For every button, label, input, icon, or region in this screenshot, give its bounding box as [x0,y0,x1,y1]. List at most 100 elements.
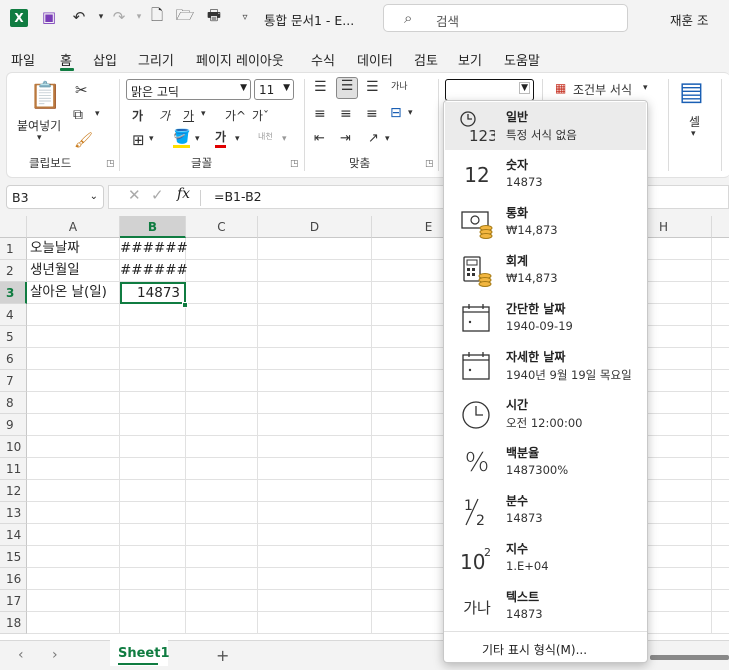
cell-a2[interactable]: 생년월일 [27,260,120,282]
cell-i4[interactable] [712,304,729,326]
cells-icon[interactable]: ▤ [679,77,704,107]
cell-c13[interactable] [186,502,258,524]
format-option-short-date[interactable]: 간단한 날짜 1940-09-19 [445,294,646,342]
wrap-text-button[interactable]: 가나 [391,79,408,92]
font-size-combo[interactable]: 11 ▼ [254,79,294,100]
formula-text[interactable]: =B1-B2 [214,189,262,204]
cell-d18[interactable] [258,612,372,634]
align-right-icon[interactable]: ≡ [366,106,378,122]
conditional-formatting-dropdown-icon[interactable]: ▾ [643,83,648,93]
insert-function-button[interactable]: fx [177,186,190,202]
fill-color-dropdown-icon[interactable]: ▾ [195,134,200,144]
number-format-combo[interactable]: ▼ [445,79,534,101]
cell-c16[interactable] [186,568,258,590]
cell-c12[interactable] [186,480,258,502]
cell-a8[interactable] [27,392,120,414]
column-header-d[interactable]: D [258,216,372,238]
sheet-tab-sheet1[interactable]: Sheet1 [110,640,170,666]
cell-b12[interactable] [120,480,186,502]
copy-icon[interactable]: ⧉ [73,107,83,123]
cancel-icon[interactable]: ✕ [128,186,141,204]
cell-d7[interactable] [258,370,372,392]
align-left-icon[interactable]: ≡ [314,106,326,122]
row-header-1[interactable]: 1 [0,238,27,260]
cell-d12[interactable] [258,480,372,502]
cell-b17[interactable] [120,590,186,612]
cell-i10[interactable] [712,436,729,458]
format-option-text[interactable]: 가나 텍스트 14873 [445,582,646,630]
cell-a13[interactable] [27,502,120,524]
paste-button-label[interactable]: 붙여넣기 [17,117,61,134]
cell-i16[interactable] [712,568,729,590]
tab-review[interactable]: 검토 [414,50,438,69]
undo-dropdown-icon[interactable]: ▾ [92,8,110,26]
borders-dropdown-icon[interactable]: ▾ [149,134,154,144]
cell-i7[interactable] [712,370,729,392]
cell-d3[interactable] [258,282,372,304]
format-option-currency[interactable]: 통화 ₩14,873 [445,198,646,246]
cells-label[interactable]: 셀 [689,113,700,130]
column-header-b[interactable]: B [120,216,186,238]
column-header-i[interactable] [712,216,729,238]
align-center-icon[interactable]: ≡ [340,106,352,122]
cell-b11[interactable] [120,458,186,480]
alignment-launcher-icon[interactable]: ◳ [425,159,434,169]
cell-d13[interactable] [258,502,372,524]
cell-c15[interactable] [186,546,258,568]
search-box[interactable]: ⌕ 검색 [383,4,628,32]
tab-file[interactable]: 파일 [11,50,35,69]
increase-indent-icon[interactable]: ⇥ [340,131,351,146]
bold-button[interactable]: 가 [132,107,143,124]
format-option-fraction[interactable]: 12 분수 14873 [445,486,646,534]
fill-handle[interactable] [182,302,188,308]
cell-c6[interactable] [186,348,258,370]
cell-a10[interactable] [27,436,120,458]
cell-a7[interactable] [27,370,120,392]
horizontal-scrollbar[interactable] [650,655,729,660]
tab-draw[interactable]: 그리기 [138,50,174,69]
format-option-percentage[interactable]: % 백분율 1487300% [445,438,646,486]
shrink-font-button[interactable]: 가ˇ [252,107,269,124]
cell-c1[interactable] [186,238,258,260]
cell-i6[interactable] [712,348,729,370]
cell-a4[interactable] [27,304,120,326]
cell-i3[interactable] [712,282,729,304]
cell-i12[interactable] [712,480,729,502]
cell-d2[interactable] [258,260,372,282]
cell-b13[interactable] [120,502,186,524]
row-header-12[interactable]: 12 [0,480,27,502]
cell-i18[interactable] [712,612,729,634]
row-header-13[interactable]: 13 [0,502,27,524]
column-header-c[interactable]: C [186,216,258,238]
format-option-long-date[interactable]: 자세한 날짜 1940년 9월 19일 목요일 [445,342,646,390]
row-header-16[interactable]: 16 [0,568,27,590]
enter-icon[interactable]: ✓ [151,186,164,204]
cell-d6[interactable] [258,348,372,370]
format-option-accounting[interactable]: 회계 ₩14,873 [445,246,646,294]
underline-dropdown-icon[interactable]: ▾ [201,109,206,119]
cell-b10[interactable] [120,436,186,458]
row-header-7[interactable]: 7 [0,370,27,392]
cells-dropdown-icon[interactable]: ▾ [691,129,696,139]
redo-icon[interactable]: ↷ [110,8,128,26]
cell-c3[interactable] [186,282,258,304]
fill-color-icon[interactable]: 🪣 [173,130,191,148]
cell-a1[interactable]: 오늘날짜 [27,238,120,260]
cell-a12[interactable] [27,480,120,502]
open-folder-icon[interactable]: 🗁 [176,6,195,26]
row-header-11[interactable]: 11 [0,458,27,480]
underline-button[interactable]: 가 [183,107,194,124]
conditional-formatting-label[interactable]: 조건부 서식 [573,81,632,98]
row-header-5[interactable]: 5 [0,326,27,348]
print-preview-icon[interactable]: 🖶 [205,6,223,26]
format-option-general[interactable]: 123 일반 특정 서식 없음 [445,102,646,150]
format-painter-icon[interactable]: 🖌 [74,131,93,149]
row-header-18[interactable]: 18 [0,612,27,634]
cell-c7[interactable] [186,370,258,392]
cell-a16[interactable] [27,568,120,590]
tab-home[interactable]: 홈 [60,50,72,69]
paste-dropdown-icon[interactable]: ▾ [37,133,42,143]
cell-i9[interactable] [712,414,729,436]
row-header-2[interactable]: 2 [0,260,27,282]
decrease-indent-icon[interactable]: ⇤ [314,131,325,146]
